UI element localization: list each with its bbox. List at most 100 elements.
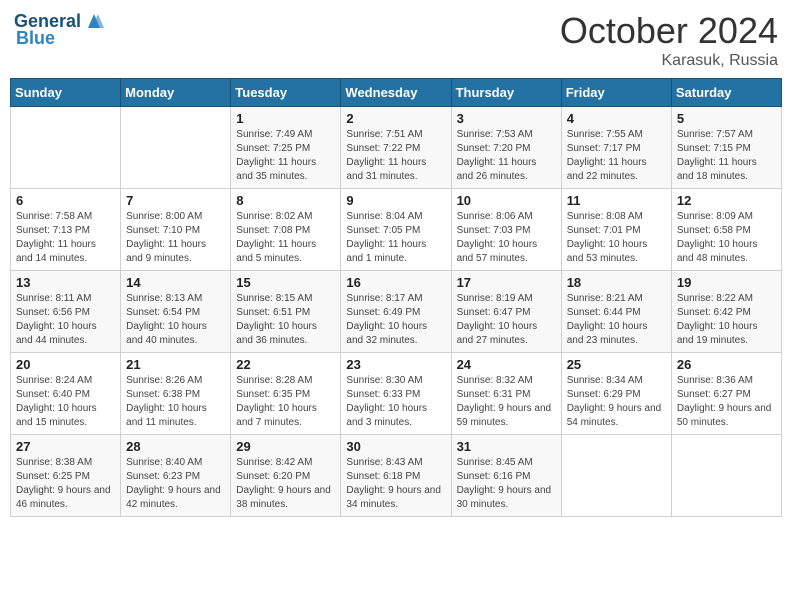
calendar-week-row: 6 Sunrise: 7:58 AMSunset: 7:13 PMDaylight… bbox=[11, 189, 782, 271]
calendar-cell: 22Sunrise: 8:28 AMSunset: 6:35 PMDayligh… bbox=[231, 353, 341, 435]
day-info: Sunrise: 8:40 AMSunset: 6:23 PMDaylight:… bbox=[126, 457, 221, 510]
calendar-cell: 19 Sunrise: 8:22 AMSunset: 6:42 PMDayligh… bbox=[671, 271, 781, 353]
weekday-header: Friday bbox=[561, 79, 671, 107]
day-info: Sunrise: 8:00 AMSunset: 7:10 PMDaylight:… bbox=[126, 211, 206, 264]
day-number: 29 bbox=[236, 439, 335, 454]
day-number: 1 bbox=[236, 111, 335, 126]
calendar-week-row: 13 Sunrise: 8:11 AMSunset: 6:56 PMDayligh… bbox=[11, 271, 782, 353]
day-info: Sunrise: 8:06 AMSunset: 7:03 PMDaylight:… bbox=[457, 211, 538, 264]
day-info: Sunrise: 8:34 AMSunset: 6:29 PMDaylight:… bbox=[567, 375, 662, 428]
calendar-cell bbox=[671, 435, 781, 517]
day-info: Sunrise: 8:04 AMSunset: 7:05 PMDaylight:… bbox=[346, 211, 426, 264]
calendar-cell: 6 Sunrise: 7:58 AMSunset: 7:13 PMDaylight… bbox=[11, 189, 121, 271]
day-number: 22 bbox=[236, 357, 335, 372]
day-info: Sunrise: 7:49 AMSunset: 7:25 PMDaylight:… bbox=[236, 129, 316, 182]
day-number: 2 bbox=[346, 111, 445, 126]
calendar-cell: 15 Sunrise: 8:15 AMSunset: 6:51 PMDayligh… bbox=[231, 271, 341, 353]
day-info: Sunrise: 8:42 AMSunset: 6:20 PMDaylight:… bbox=[236, 457, 331, 510]
weekday-header: Wednesday bbox=[341, 79, 451, 107]
calendar-cell: 16 Sunrise: 8:17 AMSunset: 6:49 PMDayligh… bbox=[341, 271, 451, 353]
day-info: Sunrise: 8:21 AMSunset: 6:44 PMDaylight:… bbox=[567, 293, 648, 346]
weekday-header: Monday bbox=[121, 79, 231, 107]
calendar-cell: 4Sunrise: 7:55 AMSunset: 7:17 PMDaylight… bbox=[561, 107, 671, 189]
day-info: Sunrise: 7:58 AMSunset: 7:13 PMDaylight:… bbox=[16, 211, 96, 264]
calendar-cell: 1 Sunrise: 7:49 AMSunset: 7:25 PMDaylight… bbox=[231, 107, 341, 189]
calendar-table: SundayMondayTuesdayWednesdayThursdayFrid… bbox=[10, 78, 782, 517]
page-header: General Blue October 2024 Karasuk, Russi… bbox=[10, 10, 782, 70]
calendar-cell: 11Sunrise: 8:08 AMSunset: 7:01 PMDayligh… bbox=[561, 189, 671, 271]
calendar-week-row: 1 Sunrise: 7:49 AMSunset: 7:25 PMDaylight… bbox=[11, 107, 782, 189]
day-number: 15 bbox=[236, 275, 335, 290]
day-number: 8 bbox=[236, 193, 335, 208]
day-info: Sunrise: 8:36 AMSunset: 6:27 PMDaylight:… bbox=[677, 375, 772, 428]
day-number: 14 bbox=[126, 275, 225, 290]
month-title: October 2024 bbox=[560, 10, 778, 52]
calendar-cell: 24 Sunrise: 8:32 AMSunset: 6:31 PMDayligh… bbox=[451, 353, 561, 435]
calendar-cell: 27 Sunrise: 8:38 AMSunset: 6:25 PMDayligh… bbox=[11, 435, 121, 517]
day-number: 6 bbox=[16, 193, 115, 208]
day-number: 17 bbox=[457, 275, 556, 290]
weekday-header: Sunday bbox=[11, 79, 121, 107]
calendar-cell: 9 Sunrise: 8:04 AMSunset: 7:05 PMDaylight… bbox=[341, 189, 451, 271]
day-info: Sunrise: 8:08 AMSunset: 7:01 PMDaylight:… bbox=[567, 211, 648, 264]
calendar-cell: 25Sunrise: 8:34 AMSunset: 6:29 PMDayligh… bbox=[561, 353, 671, 435]
calendar-week-row: 27 Sunrise: 8:38 AMSunset: 6:25 PMDayligh… bbox=[11, 435, 782, 517]
day-info: Sunrise: 8:43 AMSunset: 6:18 PMDaylight:… bbox=[346, 457, 441, 510]
day-number: 9 bbox=[346, 193, 445, 208]
calendar-cell: 12 Sunrise: 8:09 AMSunset: 6:58 PMDayligh… bbox=[671, 189, 781, 271]
day-number: 5 bbox=[677, 111, 776, 126]
day-info: Sunrise: 8:02 AMSunset: 7:08 PMDaylight:… bbox=[236, 211, 316, 264]
calendar-cell: 18 Sunrise: 8:21 AMSunset: 6:44 PMDayligh… bbox=[561, 271, 671, 353]
calendar-cell: 26 Sunrise: 8:36 AMSunset: 6:27 PMDayligh… bbox=[671, 353, 781, 435]
day-number: 13 bbox=[16, 275, 115, 290]
day-info: Sunrise: 8:38 AMSunset: 6:25 PMDaylight:… bbox=[16, 457, 111, 510]
day-number: 19 bbox=[677, 275, 776, 290]
calendar-cell: 23Sunrise: 8:30 AMSunset: 6:33 PMDayligh… bbox=[341, 353, 451, 435]
day-info: Sunrise: 7:55 AMSunset: 7:17 PMDaylight:… bbox=[567, 129, 647, 182]
calendar-cell: 28Sunrise: 8:40 AMSunset: 6:23 PMDayligh… bbox=[121, 435, 231, 517]
day-number: 27 bbox=[16, 439, 115, 454]
logo-text-blue: Blue bbox=[16, 28, 55, 49]
day-number: 24 bbox=[457, 357, 556, 372]
calendar-cell: 30Sunrise: 8:43 AMSunset: 6:18 PMDayligh… bbox=[341, 435, 451, 517]
day-number: 10 bbox=[457, 193, 556, 208]
calendar-cell bbox=[121, 107, 231, 189]
calendar-cell: 8 Sunrise: 8:02 AMSunset: 7:08 PMDaylight… bbox=[231, 189, 341, 271]
calendar-cell bbox=[11, 107, 121, 189]
calendar-cell: 29 Sunrise: 8:42 AMSunset: 6:20 PMDayligh… bbox=[231, 435, 341, 517]
weekday-header: Thursday bbox=[451, 79, 561, 107]
calendar-cell: 14Sunrise: 8:13 AMSunset: 6:54 PMDayligh… bbox=[121, 271, 231, 353]
day-number: 18 bbox=[567, 275, 666, 290]
day-info: Sunrise: 8:15 AMSunset: 6:51 PMDaylight:… bbox=[236, 293, 317, 346]
day-number: 3 bbox=[457, 111, 556, 126]
calendar-cell: 21 Sunrise: 8:26 AMSunset: 6:38 PMDayligh… bbox=[121, 353, 231, 435]
day-info: Sunrise: 8:45 AMSunset: 6:16 PMDaylight:… bbox=[457, 457, 552, 510]
calendar-cell: 10 Sunrise: 8:06 AMSunset: 7:03 PMDayligh… bbox=[451, 189, 561, 271]
day-info: Sunrise: 8:09 AMSunset: 6:58 PMDaylight:… bbox=[677, 211, 758, 264]
day-number: 7 bbox=[126, 193, 225, 208]
calendar-cell: 3 Sunrise: 7:53 AMSunset: 7:20 PMDaylight… bbox=[451, 107, 561, 189]
day-number: 16 bbox=[346, 275, 445, 290]
logo: General Blue bbox=[14, 10, 105, 49]
day-number: 23 bbox=[346, 357, 445, 372]
day-number: 31 bbox=[457, 439, 556, 454]
weekday-header-row: SundayMondayTuesdayWednesdayThursdayFrid… bbox=[11, 79, 782, 107]
calendar-cell: 5Sunrise: 7:57 AMSunset: 7:15 PMDaylight… bbox=[671, 107, 781, 189]
weekday-header: Tuesday bbox=[231, 79, 341, 107]
day-info: Sunrise: 8:17 AMSunset: 6:49 PMDaylight:… bbox=[346, 293, 427, 346]
day-info: Sunrise: 8:24 AMSunset: 6:40 PMDaylight:… bbox=[16, 375, 97, 428]
day-info: Sunrise: 8:26 AMSunset: 6:38 PMDaylight:… bbox=[126, 375, 207, 428]
day-number: 26 bbox=[677, 357, 776, 372]
day-info: Sunrise: 8:11 AMSunset: 6:56 PMDaylight:… bbox=[16, 293, 97, 346]
day-info: Sunrise: 8:32 AMSunset: 6:31 PMDaylight:… bbox=[457, 375, 552, 428]
day-number: 12 bbox=[677, 193, 776, 208]
calendar-cell: 20Sunrise: 8:24 AMSunset: 6:40 PMDayligh… bbox=[11, 353, 121, 435]
day-info: Sunrise: 8:22 AMSunset: 6:42 PMDaylight:… bbox=[677, 293, 758, 346]
day-info: Sunrise: 7:53 AMSunset: 7:20 PMDaylight:… bbox=[457, 129, 537, 182]
location: Karasuk, Russia bbox=[560, 52, 778, 70]
calendar-cell bbox=[561, 435, 671, 517]
weekday-header: Saturday bbox=[671, 79, 781, 107]
day-number: 21 bbox=[126, 357, 225, 372]
calendar-cell: 13 Sunrise: 8:11 AMSunset: 6:56 PMDayligh… bbox=[11, 271, 121, 353]
title-section: October 2024 Karasuk, Russia bbox=[560, 10, 778, 70]
